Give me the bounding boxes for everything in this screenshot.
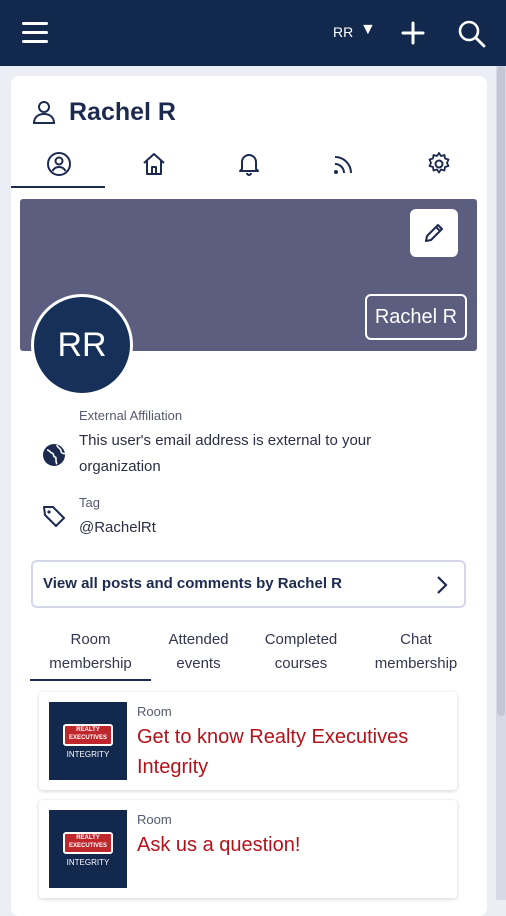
tab-settings[interactable] (391, 142, 486, 186)
sub-tab-line1: Room (70, 631, 111, 648)
tab-notifications[interactable] (201, 142, 296, 186)
plus-icon[interactable] (400, 20, 426, 46)
sub-tab-line1: Completed (264, 631, 338, 648)
user-initials[interactable]: RR (333, 24, 353, 40)
realty-logo-badge: REALTY EXECUTIVES (63, 724, 113, 746)
sub-tab-line2: events (176, 655, 221, 672)
bell-icon (238, 154, 259, 176)
tag-label: Tag (79, 495, 100, 510)
chevron-right-icon (437, 576, 448, 594)
sub-tab-completed-courses[interactable]: Completed courses (251, 628, 351, 676)
person-icon (32, 101, 56, 124)
room-card[interactable]: REALTY EXECUTIVES INTEGRITY Room Get to … (39, 692, 457, 790)
active-sub-tab-indicator (30, 679, 151, 681)
hamburger-menu-icon[interactable] (22, 22, 48, 44)
profile-card: Rachel R Rachel R RR External Affiliatio… (11, 76, 487, 916)
sub-tab-line1: Chat (400, 631, 432, 648)
tag-icon (43, 506, 65, 527)
view-posts-label: View all posts and comments by Rachel R (43, 575, 342, 592)
external-affiliation-label: External Affiliation (79, 408, 183, 423)
sub-tab-attended-events[interactable]: Attended events (151, 628, 246, 676)
logo-mid: EXECUTIVES (68, 735, 107, 741)
gear-icon (428, 152, 449, 174)
logo-sub: INTEGRITY (66, 858, 110, 867)
banner-name-button[interactable]: Rachel R (365, 294, 467, 340)
profile-tabs (11, 142, 487, 188)
scrollbar-thumb[interactable] (497, 66, 505, 716)
room-name[interactable]: Ask us a question! (137, 830, 437, 860)
profile-header: Rachel R (31, 96, 176, 128)
active-tab-indicator (11, 186, 105, 188)
tag-value: @RachelRt (79, 519, 156, 536)
user-dropdown-caret-icon[interactable]: ▼ (360, 21, 376, 39)
realty-logo-badge: REALTY EXECUTIVES (63, 832, 113, 854)
logo-top: REALTY (76, 727, 100, 733)
pencil-icon (425, 224, 443, 242)
sub-tab-line2: courses (274, 655, 328, 672)
top-app-bar: RR ▼ (0, 0, 506, 66)
room-card[interactable]: REALTY EXECUTIVES INTEGRITY Room Ask us … (39, 800, 457, 898)
tab-feed[interactable] (296, 142, 391, 186)
tab-profile[interactable] (11, 142, 106, 186)
avatar: RR (31, 294, 133, 396)
search-icon[interactable] (457, 19, 487, 49)
view-posts-button[interactable]: View all posts and comments by Rachel R (31, 560, 466, 608)
sub-tab-chat-membership[interactable]: Chat membership (363, 628, 469, 676)
sub-tab-line2: membership (49, 655, 132, 672)
tab-home[interactable] (106, 142, 201, 186)
rss-icon (333, 156, 352, 174)
edit-profile-button[interactable] (410, 209, 458, 257)
room-logo: REALTY EXECUTIVES INTEGRITY (49, 702, 127, 780)
external-affiliation-value: This user's email address is external to… (79, 432, 372, 475)
room-kind: Room (137, 812, 172, 827)
sub-tab-line1: Attended (168, 631, 229, 648)
room-name[interactable]: Get to know Realty Executives Integrity (137, 722, 437, 782)
logo-sub: INTEGRITY (66, 750, 110, 759)
globe-icon (43, 444, 66, 466)
room-logo: REALTY EXECUTIVES INTEGRITY (49, 810, 127, 888)
logo-top: REALTY (76, 835, 100, 841)
profile-name: Rachel R (69, 97, 176, 126)
sub-tab-room-membership[interactable]: Room membership (30, 628, 151, 676)
room-kind: Room (137, 704, 172, 719)
home-icon (142, 153, 165, 175)
profile-icon (46, 152, 71, 176)
sub-tab-line2: membership (374, 655, 458, 672)
logo-mid: EXECUTIVES (68, 843, 107, 849)
